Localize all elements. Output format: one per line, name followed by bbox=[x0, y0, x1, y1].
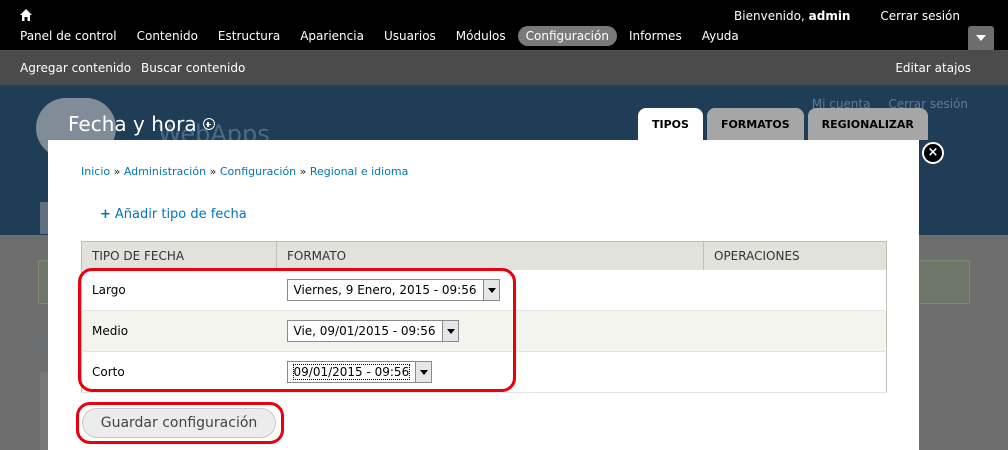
breadcrumb-separator: » bbox=[299, 165, 307, 178]
menu-item-content[interactable]: Contenido bbox=[129, 26, 206, 46]
menu-item-help[interactable]: Ayuda bbox=[694, 26, 747, 46]
username[interactable]: admin bbox=[809, 9, 851, 23]
user-info: Bienvenido, admin Cerrar sesión bbox=[734, 9, 960, 23]
add-shortcut-icon[interactable] bbox=[202, 118, 215, 130]
chevron-down-icon bbox=[976, 35, 986, 41]
home-icon[interactable] bbox=[20, 9, 32, 21]
tab-formats[interactable]: FORMATOS bbox=[706, 108, 804, 140]
shortcut-find-content[interactable]: Buscar contenido bbox=[141, 61, 245, 75]
logout-link[interactable]: Cerrar sesión bbox=[880, 9, 960, 23]
breadcrumb: Inicio » Administración » Configuración … bbox=[81, 165, 408, 178]
highlight-format-selects bbox=[78, 268, 516, 392]
add-date-type-label: Añadir tipo de fecha bbox=[114, 207, 247, 222]
column-header-type: TIPO DE FECHA bbox=[81, 241, 277, 270]
admin-toolbar: Bienvenido, admin Cerrar sesión Panel de… bbox=[0, 0, 1008, 50]
column-header-format: FORMATO bbox=[276, 241, 704, 270]
menu-item-reports[interactable]: Informes bbox=[621, 26, 690, 46]
menu-item-configuration[interactable]: Configuración bbox=[517, 26, 617, 46]
menu-item-people[interactable]: Usuarios bbox=[376, 26, 444, 46]
breadcrumb-separator: » bbox=[113, 165, 121, 178]
edit-shortcuts-link[interactable]: Editar atajos bbox=[895, 61, 971, 75]
tab-types[interactable]: TIPOS bbox=[638, 108, 703, 140]
overlay-tabs: TIPOS FORMATOS REGIONALIZAR bbox=[638, 108, 932, 140]
menu-item-dashboard[interactable]: Panel de control bbox=[12, 26, 125, 46]
operations-cell bbox=[703, 351, 887, 393]
highlight-save-button bbox=[76, 402, 284, 444]
operations-cell bbox=[703, 269, 887, 311]
breadcrumb-administration[interactable]: Administración bbox=[124, 165, 206, 178]
admin-menu: Panel de control Contenido Estructura Ap… bbox=[12, 26, 751, 46]
breadcrumb-configuration[interactable]: Configuración bbox=[220, 165, 296, 178]
overlay-title: Fecha y hora bbox=[68, 112, 215, 136]
menu-item-modules[interactable]: Módulos bbox=[448, 26, 514, 46]
menu-item-appearance[interactable]: Apariencia bbox=[292, 26, 372, 46]
menu-item-structure[interactable]: Estructura bbox=[210, 26, 288, 46]
tab-localize[interactable]: REGIONALIZAR bbox=[807, 108, 928, 140]
shortcuts-toggle-button[interactable] bbox=[968, 26, 994, 50]
breadcrumb-separator: » bbox=[209, 165, 217, 178]
add-date-type-link[interactable]: + Añadir tipo de fecha bbox=[100, 207, 247, 222]
shortcut-bar: Agregar contenido Buscar contenido Edita… bbox=[0, 50, 1008, 85]
welcome-text: Bienvenido, bbox=[734, 9, 805, 23]
plus-icon: + bbox=[100, 207, 111, 222]
shortcut-add-content[interactable]: Agregar contenido bbox=[20, 61, 131, 75]
page-title: Fecha y hora bbox=[68, 112, 197, 136]
breadcrumb-home[interactable]: Inicio bbox=[81, 165, 110, 178]
breadcrumb-regional[interactable]: Regional e idioma bbox=[310, 165, 409, 178]
column-header-operations: OPERACIONES bbox=[703, 241, 887, 270]
close-overlay-button[interactable]: × bbox=[922, 142, 944, 164]
operations-cell bbox=[703, 310, 887, 352]
